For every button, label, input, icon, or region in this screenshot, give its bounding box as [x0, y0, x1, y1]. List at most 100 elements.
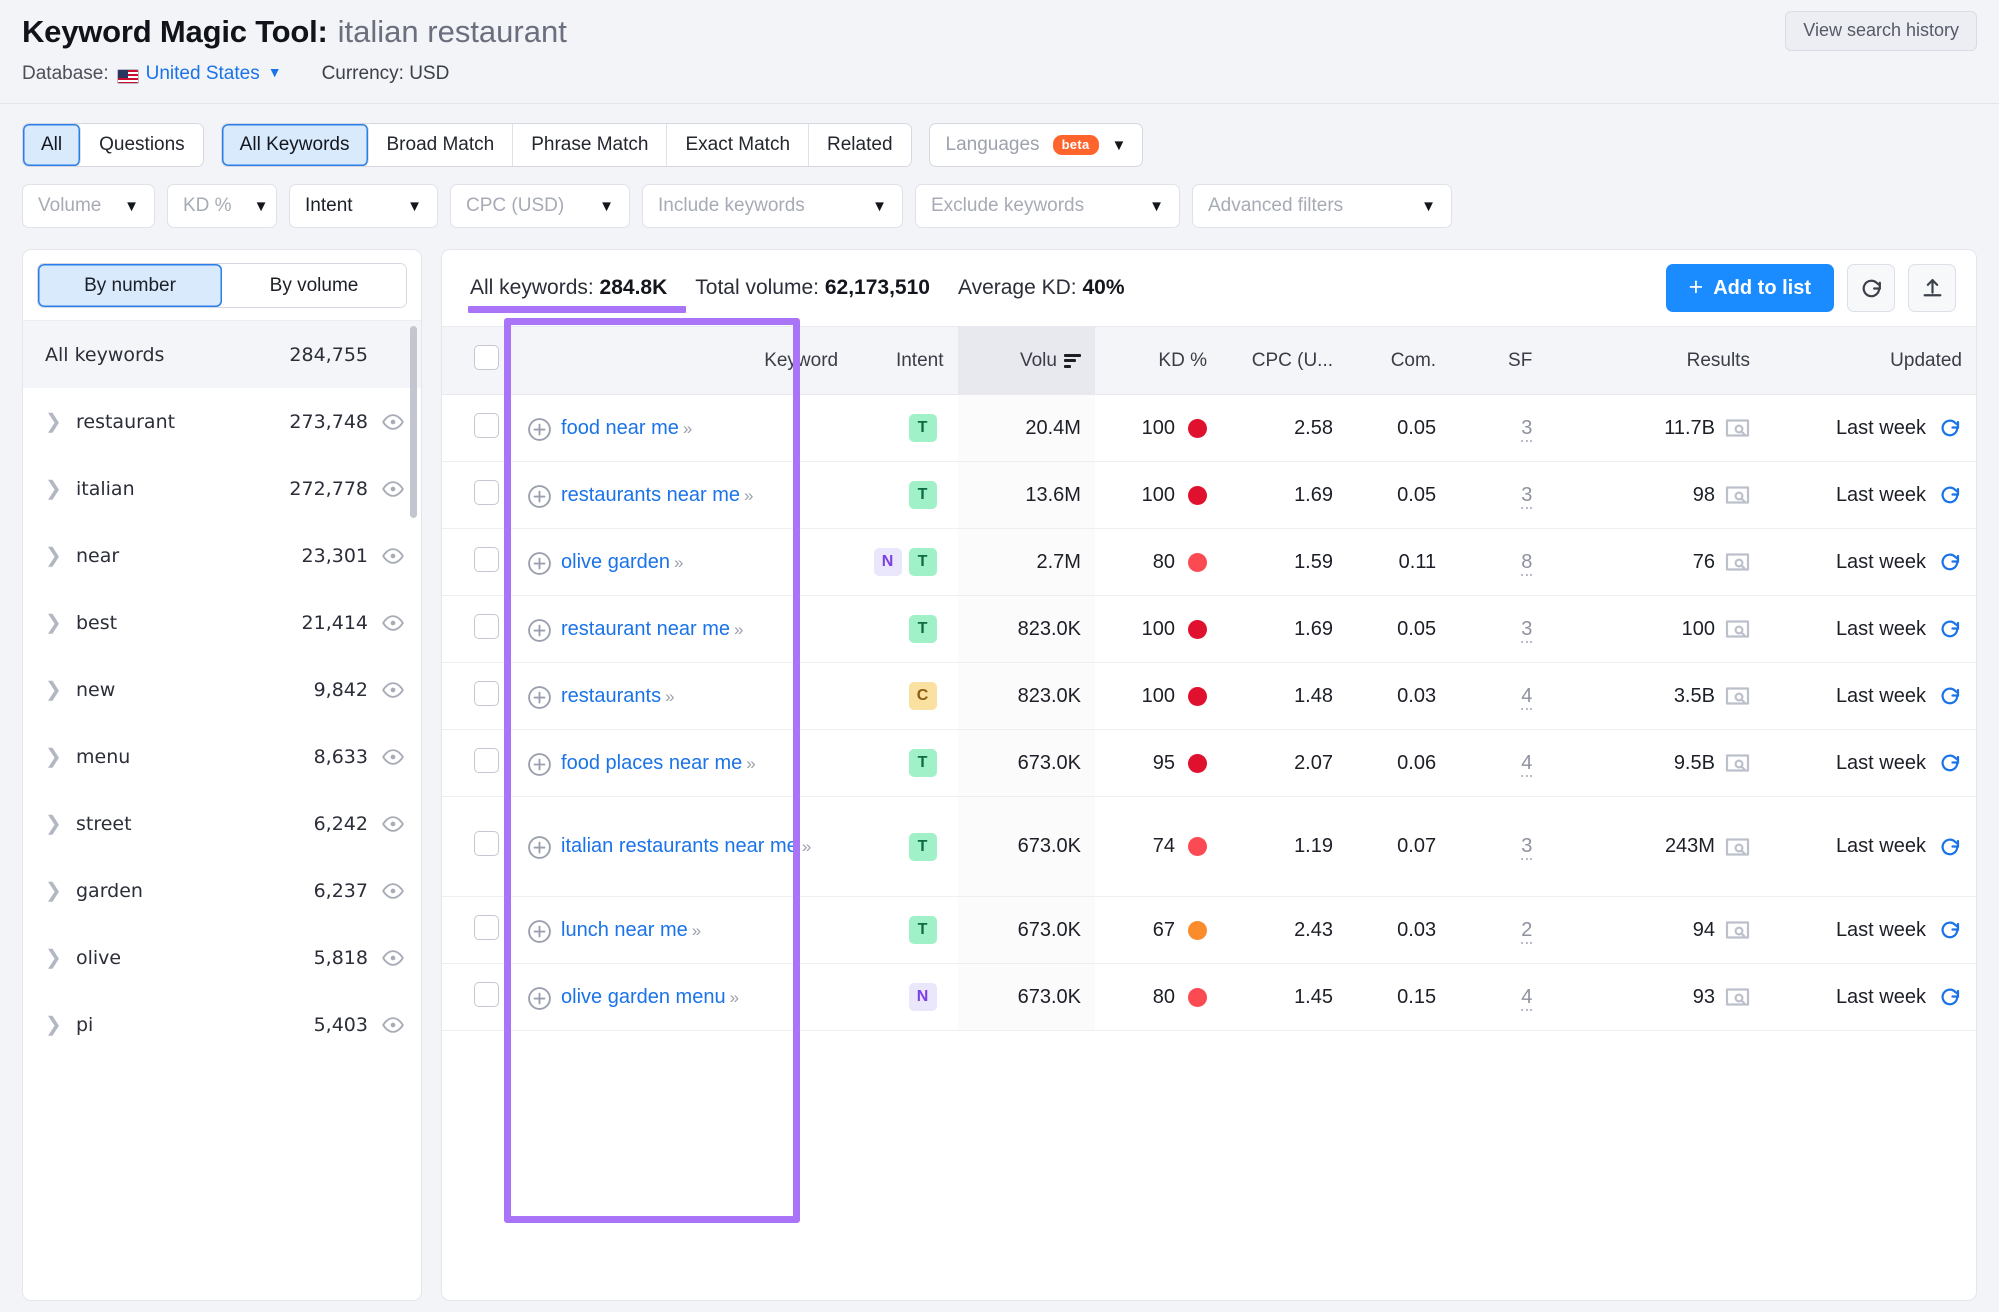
intent-badge-t[interactable]: T — [908, 916, 937, 944]
intent-badge-t[interactable]: T — [908, 548, 937, 576]
keyword-expand-icon[interactable]: » — [683, 419, 693, 438]
export-button[interactable] — [1908, 264, 1956, 312]
filter-intent[interactable]: Intent ▼ — [289, 184, 438, 228]
tab-questions[interactable]: Questions — [81, 124, 203, 166]
chevron-right-icon[interactable]: ❯ — [45, 543, 67, 568]
table-row[interactable]: italian restaurants near me» T 673.0K 74 1.1… — [442, 796, 1976, 897]
chevron-right-icon[interactable]: ❯ — [45, 677, 67, 702]
keyword-link[interactable]: restaurants near me — [561, 484, 740, 506]
sf-value[interactable]: 2 — [1521, 918, 1533, 944]
filter-advanced[interactable]: Advanced filters ▼ — [1192, 184, 1452, 228]
chevron-right-icon[interactable]: ❯ — [45, 811, 67, 836]
header-results[interactable]: Results — [1546, 326, 1764, 395]
sidebar-group-item[interactable]: ❯ restaurant 273,748 — [23, 388, 421, 455]
sidebar-group-item[interactable]: ❯ garden 6,237 — [23, 857, 421, 924]
keyword-expand-icon[interactable]: » — [744, 486, 754, 505]
add-keyword-icon[interactable] — [527, 919, 552, 944]
chevron-right-icon[interactable]: ❯ — [45, 476, 67, 501]
refresh-row-icon[interactable] — [1938, 985, 1962, 1009]
table-row[interactable]: food near me» T 20.4M 100 2.58 0.05 3 11.7B Last… — [442, 394, 1976, 462]
filter-kd[interactable]: KD % ▼ — [167, 184, 277, 228]
sidebar-scrollbar-thumb[interactable] — [410, 326, 417, 518]
filter-volume[interactable]: Volume ▼ — [22, 184, 155, 228]
refresh-button[interactable] — [1847, 264, 1895, 312]
table-row[interactable]: food places near me» T 673.0K 95 2.07 0.06 4 9.… — [442, 729, 1976, 797]
serp-preview-icon[interactable] — [1725, 551, 1750, 573]
row-checkbox[interactable] — [474, 680, 500, 706]
chevron-right-icon[interactable]: ❯ — [45, 610, 67, 635]
row-checkbox[interactable] — [474, 546, 500, 572]
sidebar-group-item[interactable]: ❯ olive 5,818 — [23, 924, 421, 991]
serp-preview-icon[interactable] — [1725, 417, 1750, 439]
tab-all-keywords[interactable]: All Keywords — [221, 124, 369, 166]
add-keyword-icon[interactable] — [527, 752, 552, 777]
table-row[interactable]: lunch near me» T 673.0K 67 2.43 0.03 2 94 Last w… — [442, 896, 1976, 964]
row-select-cell[interactable] — [442, 528, 514, 596]
keyword-link[interactable]: lunch near me — [561, 919, 688, 941]
keyword-link[interactable]: olive garden — [561, 551, 670, 573]
sf-value[interactable]: 4 — [1521, 751, 1533, 777]
row-select-cell[interactable] — [442, 796, 514, 897]
header-cpc[interactable]: CPC (U... — [1220, 326, 1347, 395]
row-select-cell[interactable] — [442, 461, 514, 529]
tab-all[interactable]: All — [23, 124, 82, 166]
tab-exact-match[interactable]: Exact Match — [667, 124, 810, 166]
serp-preview-icon[interactable] — [1725, 484, 1750, 506]
intent-badge-t[interactable]: T — [908, 481, 937, 509]
header-sf[interactable]: SF — [1450, 326, 1547, 395]
serp-preview-icon[interactable] — [1725, 836, 1750, 858]
refresh-row-icon[interactable] — [1938, 918, 1962, 942]
intent-badge-c[interactable]: C — [908, 682, 937, 710]
row-select-cell[interactable] — [442, 394, 514, 462]
sidebar-scrollbar[interactable] — [410, 326, 417, 1300]
serp-preview-icon[interactable] — [1725, 919, 1750, 941]
row-select-cell[interactable] — [442, 896, 514, 964]
intent-badge-t[interactable]: T — [908, 749, 937, 777]
toggle-by-number[interactable]: By number — [38, 264, 222, 307]
sf-value[interactable]: 3 — [1521, 416, 1533, 442]
filter-exclude-keywords[interactable]: Exclude keywords ▼ — [915, 184, 1180, 228]
chevron-right-icon[interactable]: ❯ — [45, 409, 67, 434]
row-checkbox[interactable] — [474, 981, 500, 1007]
tab-related[interactable]: Related — [809, 124, 911, 166]
table-row[interactable]: restaurant near me» T 823.0K 100 1.69 0.05 3 10… — [442, 595, 1976, 663]
row-select-cell[interactable] — [442, 963, 514, 1031]
keyword-expand-icon[interactable]: » — [692, 921, 702, 940]
tab-phrase-match[interactable]: Phrase Match — [513, 124, 668, 166]
chevron-right-icon[interactable]: ❯ — [45, 744, 67, 769]
chevron-right-icon[interactable]: ❯ — [45, 1012, 67, 1037]
keyword-link[interactable]: food places near me — [561, 752, 742, 774]
row-checkbox[interactable] — [474, 914, 500, 940]
keyword-link[interactable]: italian restaurants near me — [561, 835, 798, 857]
refresh-row-icon[interactable] — [1938, 483, 1962, 507]
refresh-row-icon[interactable] — [1938, 617, 1962, 641]
intent-badge-t[interactable]: T — [908, 615, 937, 643]
refresh-row-icon[interactable] — [1938, 835, 1962, 859]
select-all-checkbox[interactable] — [474, 345, 500, 370]
serp-preview-icon[interactable] — [1725, 618, 1750, 640]
header-kd[interactable]: KD % — [1094, 326, 1221, 395]
row-select-cell[interactable] — [442, 662, 514, 730]
row-select-cell[interactable] — [442, 595, 514, 663]
refresh-row-icon[interactable] — [1938, 751, 1962, 775]
serp-preview-icon[interactable] — [1725, 685, 1750, 707]
sf-value[interactable]: 3 — [1521, 483, 1533, 509]
keyword-expand-icon[interactable]: » — [730, 988, 740, 1007]
refresh-row-icon[interactable] — [1938, 684, 1962, 708]
table-row[interactable]: olive garden» N T 2.7M 80 1.59 0.11 8 76 Last wee… — [442, 528, 1976, 596]
filter-include-keywords[interactable]: Include keywords ▼ — [642, 184, 903, 228]
add-keyword-icon[interactable] — [527, 835, 552, 860]
keyword-link[interactable]: restaurants — [561, 685, 661, 707]
database-value[interactable]: United States — [146, 63, 260, 85]
row-checkbox[interactable] — [474, 412, 500, 438]
intent-badge-t[interactable]: T — [908, 414, 937, 442]
keyword-expand-icon[interactable]: » — [674, 553, 684, 572]
chevron-right-icon[interactable]: ❯ — [45, 945, 67, 970]
sidebar-group-item[interactable]: ❯ menu 8,633 — [23, 723, 421, 790]
sf-value[interactable]: 3 — [1521, 617, 1533, 643]
keyword-expand-icon[interactable]: » — [734, 620, 744, 639]
add-keyword-icon[interactable] — [527, 685, 552, 710]
intent-badge-n[interactable]: N — [908, 983, 937, 1011]
keyword-expand-icon[interactable]: » — [802, 837, 812, 856]
intent-badge-n[interactable]: N — [873, 548, 902, 576]
